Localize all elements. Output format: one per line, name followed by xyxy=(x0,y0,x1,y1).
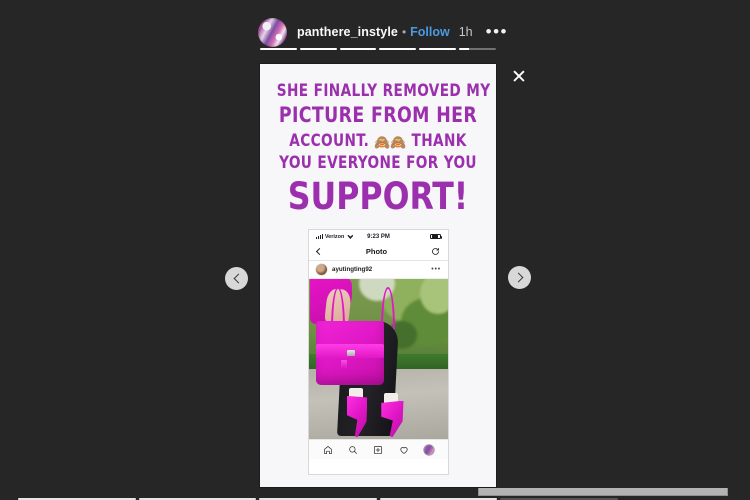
follow-button[interactable]: Follow xyxy=(410,25,450,39)
story-progress-bars xyxy=(260,48,496,51)
progress-segment[interactable] xyxy=(299,48,337,50)
story-timestamp: 1h xyxy=(458,25,473,39)
post-author-username[interactable]: ayutingting92 xyxy=(332,266,426,273)
caption-line-4: YOU EVERYONE FOR YOU xyxy=(279,153,477,173)
story-card[interactable]: SHE FINALLY REMOVED MY PICTURE FROM HER … xyxy=(260,64,496,487)
phone-nav-title: Photo xyxy=(365,247,388,256)
status-bar-left: Verizon xyxy=(316,234,367,240)
refresh-icon[interactable] xyxy=(431,247,440,256)
wifi-icon xyxy=(347,234,354,239)
chevron-right-icon xyxy=(513,272,523,283)
search-icon[interactable] xyxy=(348,445,358,455)
progress-segment[interactable] xyxy=(419,48,457,50)
story-username[interactable]: panthere_instyle xyxy=(297,25,398,39)
chevron-left-icon xyxy=(233,273,243,284)
story-header: panthere_instyle • Follow 1h ••• xyxy=(258,14,510,50)
phone-status-bar: Verizon 9:23 PM xyxy=(309,230,448,243)
status-bar-right xyxy=(390,233,442,240)
progress-segment[interactable] xyxy=(379,48,417,50)
cellular-signal-icon xyxy=(316,234,323,239)
carrier-label: Verizon xyxy=(324,233,345,240)
post-more-options-icon[interactable]: ••• xyxy=(431,266,441,273)
caption-line-5: SUPPORT! xyxy=(287,175,469,219)
previous-story-button[interactable] xyxy=(225,267,248,290)
caption-line-2: PICTURE FROM HER xyxy=(278,102,478,127)
close-button[interactable]: ✕ xyxy=(508,66,530,88)
profile-avatar-icon[interactable] xyxy=(424,444,435,455)
battery-icon xyxy=(430,233,442,240)
add-post-icon[interactable] xyxy=(373,445,383,455)
home-icon[interactable] xyxy=(323,445,333,455)
more-options-icon[interactable]: ••• xyxy=(486,23,508,40)
heart-icon[interactable] xyxy=(399,445,409,455)
separator-dot: • xyxy=(401,25,407,39)
story-caption: SHE FINALLY REMOVED MY PICTURE FROM HER … xyxy=(260,64,496,217)
photo-handbag xyxy=(315,320,385,385)
progress-segment-active[interactable] xyxy=(459,48,496,50)
phone-nav-bar: Photo xyxy=(309,243,448,261)
caption-line-3-pre: ACCOUNT. xyxy=(289,130,370,150)
post-photo[interactable] xyxy=(309,279,448,439)
caption-line-1: SHE FINALLY REMOVED MY xyxy=(276,81,491,100)
back-chevron-icon[interactable] xyxy=(315,247,324,256)
phone-post-header: ayutingting92 ••• xyxy=(309,261,448,279)
caption-line-3-post: THANK xyxy=(411,130,467,150)
peek-story-card xyxy=(478,488,728,496)
status-bar-clock: 9:23 PM xyxy=(367,233,390,240)
post-author-avatar[interactable] xyxy=(316,264,327,275)
progress-segment[interactable] xyxy=(339,48,377,50)
progress-segment[interactable] xyxy=(260,48,297,50)
photo-bag-charm xyxy=(341,360,348,370)
caption-line-3: ACCOUNT. 🙈🙈 THANK xyxy=(277,130,479,153)
see-no-evil-monkey-icon: 🙈🙈 xyxy=(374,134,407,151)
photo-bag-lock xyxy=(347,350,356,356)
avatar[interactable] xyxy=(258,17,287,47)
next-story-peek xyxy=(0,488,750,500)
next-story-button[interactable] xyxy=(508,266,531,289)
embedded-phone-screenshot: Verizon 9:23 PM Photo ayutingting92 ••• xyxy=(308,229,449,475)
story-header-text: panthere_instyle • Follow 1h xyxy=(297,25,473,39)
phone-tab-bar xyxy=(309,439,448,459)
story-viewer: panthere_instyle • Follow 1h ••• SHE FIN… xyxy=(0,0,750,500)
